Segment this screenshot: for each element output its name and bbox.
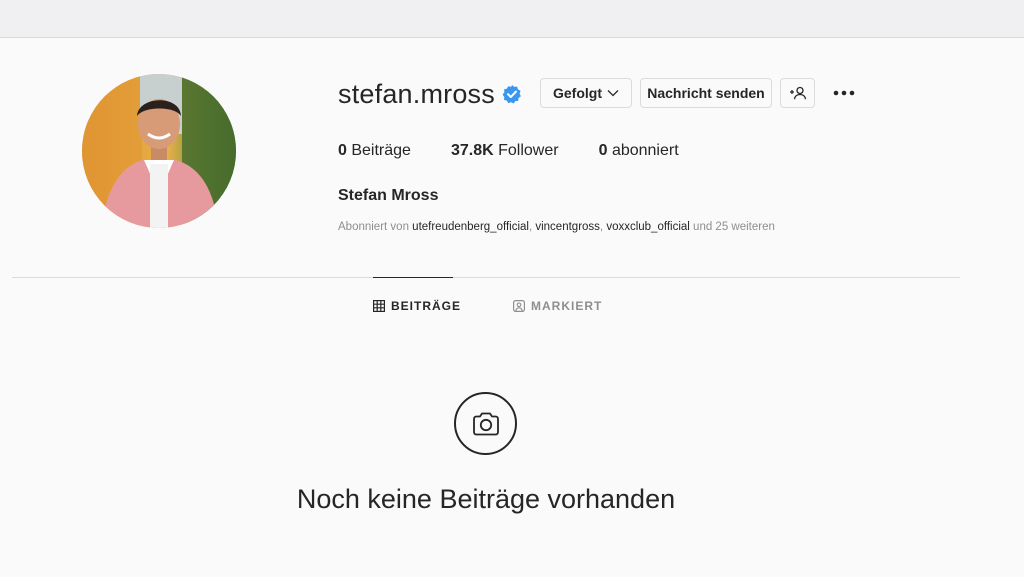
profile-avatar[interactable] — [82, 74, 236, 228]
tab-posts-label: BEITRÄGE — [391, 299, 462, 313]
verified-badge-icon — [502, 84, 522, 104]
posts-label: Beiträge — [351, 142, 411, 159]
followers-count: 37.8K — [450, 142, 494, 159]
grid-icon — [373, 300, 385, 312]
followed-by-prefix: Abonniert von — [338, 221, 409, 233]
followed-by-account[interactable]: voxxclub_official — [606, 221, 690, 233]
browser-top-bar — [0, 0, 1024, 38]
send-message-button-label: Nachricht senden — [647, 85, 765, 101]
posts-stat: 0 Beiträge — [338, 142, 411, 160]
send-message-button[interactable]: Nachricht senden — [640, 78, 772, 108]
profile-username: stefan.mross — [338, 78, 495, 109]
following-button-label: Gefolgt — [553, 85, 602, 101]
tab-tagged-label: MARKIERT — [531, 299, 603, 313]
following-count: 0 — [598, 142, 608, 159]
camera-icon — [472, 412, 499, 435]
empty-state-message: Noch keine Beiträge vorhanden — [296, 484, 676, 514]
followed-by-account[interactable]: utefreudenberg_official — [412, 221, 529, 233]
posts-count: 0 — [338, 142, 347, 159]
profile-stats: 0 Beiträge 37.8K Follower 0 abonniert — [338, 142, 719, 160]
active-tab-indicator — [373, 277, 453, 278]
suggested-accounts-button[interactable] — [780, 78, 815, 108]
tab-tagged[interactable]: MARKIERT — [513, 297, 602, 315]
following-button[interactable]: Gefolgt — [540, 78, 632, 108]
tagged-person-icon — [513, 300, 525, 312]
profile-full-name: Stefan Mross — [338, 187, 439, 204]
more-options-button[interactable] — [830, 80, 858, 106]
followers-label: Follower — [498, 142, 559, 159]
chevron-down-icon — [607, 90, 619, 97]
empty-state-camera-icon — [454, 392, 517, 455]
avatar-photo — [82, 74, 236, 228]
followed-by-account[interactable]: vincentgross — [535, 221, 600, 233]
tabs-divider — [12, 277, 960, 278]
followers-stat[interactable]: 37.8K Follower — [451, 142, 559, 160]
followed-by-suffix: und 25 weiteren — [693, 221, 775, 233]
followed-by-line[interactable]: Abonniert von utefreudenberg_official, v… — [338, 221, 775, 233]
following-label: abonniert — [611, 142, 679, 159]
ellipsis-icon — [833, 90, 855, 96]
tab-posts[interactable]: BEITRÄGE — [373, 297, 461, 315]
add-person-icon — [789, 86, 806, 100]
profile-header-row: stefan.mross — [338, 78, 522, 110]
following-stat[interactable]: 0 abonniert — [599, 142, 679, 160]
